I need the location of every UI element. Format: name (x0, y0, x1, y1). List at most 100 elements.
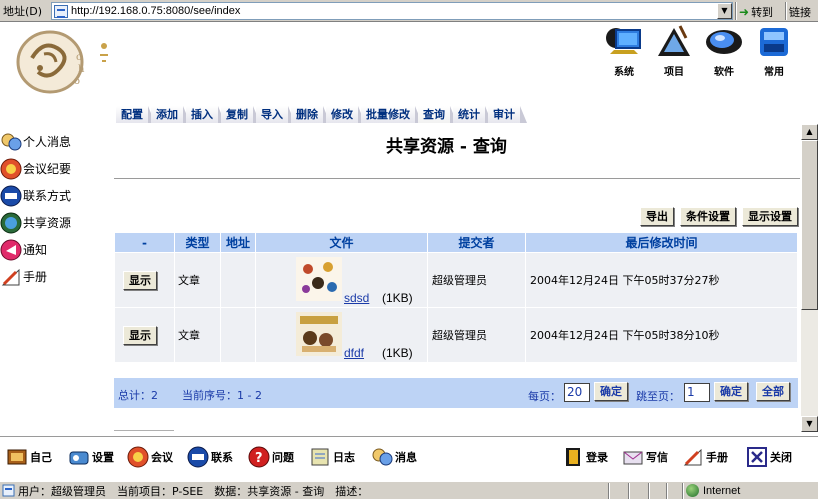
submitter-cell: 超级管理员 (427, 252, 526, 308)
mail-icon (623, 451, 643, 465)
settings-icon (69, 451, 89, 465)
per-page-label: 每页： (528, 390, 561, 403)
per-page-confirm-button[interactable]: 确定 (594, 382, 628, 401)
jump-confirm-button[interactable]: 确定 (714, 382, 748, 401)
tab-add[interactable]: 添加 (151, 106, 190, 123)
links-button[interactable]: 链接 (789, 4, 811, 20)
tab-query[interactable]: 查询 (418, 106, 457, 123)
bottom-item-self[interactable]: 自己 (6, 446, 52, 468)
logo-icon: c h o (16, 30, 108, 94)
go-button[interactable]: ➜ 转到 (739, 3, 773, 20)
file-thumbnail (296, 312, 342, 356)
sidebar-item-personal-message[interactable]: 个人消息 (0, 128, 112, 155)
bottom-item-log[interactable]: 日志 (309, 446, 355, 468)
display-settings-button[interactable]: 显示设置 (742, 207, 798, 226)
action-tabs: 配置 添加 插入 复制 导入 删除 修改 批量修改 查询 统计 审计 (116, 106, 527, 124)
column-header[interactable]: 类型 (174, 232, 221, 253)
system-icon (606, 28, 641, 54)
column-header[interactable]: 地址 (220, 232, 256, 253)
tab-insert[interactable]: 插入 (186, 106, 225, 123)
bottom-item-login[interactable]: 登录 (562, 446, 608, 468)
status-separator (648, 483, 650, 499)
software-icon (706, 30, 742, 54)
manual-icon (683, 448, 702, 466)
tab-batch-modify[interactable]: 批量修改 (361, 106, 422, 123)
total-count: 总计：2 (118, 389, 158, 402)
tab-delete[interactable]: 删除 (291, 106, 330, 123)
file-link[interactable]: sdsd (344, 291, 369, 305)
system-button[interactable]: 系统 (602, 24, 646, 78)
manual-icon (1, 268, 20, 285)
column-header[interactable]: - (114, 232, 175, 253)
question-icon: ? (248, 446, 270, 468)
tab-copy[interactable]: 复制 (221, 106, 260, 123)
modified-time-cell: 2004年12月24日 下午05时37分27秒 (525, 252, 798, 308)
sidebar-item-contact[interactable]: 联系方式 (0, 182, 112, 209)
table-row: 显示 文章 dfdf (1KB) 超级管理员 2004年12月24日 下午05时… (114, 307, 798, 363)
software-button[interactable]: 软件 (702, 24, 746, 78)
status-bar: 用户：超级管理员 当前项目：P-SEE 数据：共享资源 - 查询 描述： Int… (0, 481, 818, 499)
condition-settings-button[interactable]: 条件设置 (680, 207, 736, 226)
column-header[interactable]: 最后修改时间 (525, 232, 798, 253)
project-icon (658, 25, 690, 56)
show-button[interactable]: 显示 (123, 270, 157, 290)
tab-import[interactable]: 导入 (256, 106, 295, 123)
bottom-item-settings[interactable]: 设置 (68, 446, 114, 468)
status-separator (608, 483, 610, 499)
sidebar-item-meeting[interactable]: 会议纪要 (0, 155, 112, 182)
modified-time-cell: 2004年12月24日 下午05时38分10秒 (525, 307, 798, 363)
file-link[interactable]: dfdf (344, 346, 364, 360)
go-arrow-icon: ➜ (739, 4, 750, 19)
sidebar-item-shared-resource[interactable]: 共享资源 (0, 209, 112, 236)
bottom-item-manual[interactable]: 手册 (682, 446, 728, 468)
common-button[interactable]: 常用 (752, 24, 796, 78)
url-input[interactable]: http://192.168.0.75:8080/see/index (51, 2, 733, 20)
show-button[interactable]: 显示 (123, 325, 157, 345)
sidebar: 个人消息 会议纪要 联系方式 共享资源 通知 手册 (0, 128, 112, 290)
tab-modify[interactable]: 修改 (326, 106, 365, 123)
scroll-down-icon[interactable]: ▼ (801, 416, 818, 432)
address-cell (220, 307, 256, 363)
sidebar-item-manual[interactable]: 手册 (0, 263, 112, 290)
bottom-item-message[interactable]: 消息 (371, 446, 417, 468)
scroll-up-icon[interactable]: ▲ (801, 124, 818, 140)
tab-statistics[interactable]: 统计 (453, 106, 492, 123)
login-icon (566, 448, 580, 466)
main-content: 共享资源 - 查询 导出 条件设置 显示设置 - 类型 地址 文件 提交者 最后… (114, 124, 800, 436)
type-cell: 文章 (174, 307, 221, 363)
personal-message-icon (1, 133, 22, 150)
bottom-item-mail[interactable]: 写信 (622, 446, 668, 468)
sidebar-item-notice[interactable]: 通知 (0, 236, 112, 263)
per-page-input[interactable]: 20 (564, 383, 590, 402)
tab-audit[interactable]: 审计 (488, 106, 527, 123)
log-icon (311, 448, 329, 466)
security-zone: Internet (686, 484, 740, 497)
toolbar-separator (785, 2, 787, 20)
column-header[interactable]: 提交者 (427, 232, 526, 253)
status-separator (682, 483, 684, 499)
divider (0, 436, 818, 437)
jump-page-input[interactable]: 1 (684, 383, 710, 402)
svg-text:h: h (78, 64, 85, 75)
table-actions: 导出 条件设置 显示设置 (640, 207, 798, 226)
project-button[interactable]: 项目 (652, 24, 696, 78)
url-text: http://192.168.0.75:8080/see/index (71, 5, 241, 17)
export-button[interactable]: 导出 (640, 207, 674, 226)
notice-icon (0, 239, 22, 260)
scrollbar-thumb[interactable] (801, 140, 818, 310)
file-size: (1KB) (382, 346, 413, 360)
bottom-item-meeting[interactable]: 会议 (127, 446, 173, 468)
go-label: 转到 (751, 5, 774, 19)
common-icon (760, 28, 788, 56)
show-all-button[interactable]: 全部 (756, 382, 790, 401)
column-header[interactable]: 文件 (255, 232, 428, 253)
bottom-item-close[interactable]: 关闭 (746, 446, 792, 468)
bottom-item-question[interactable]: ? 问题 (248, 446, 294, 468)
svg-text:?: ? (255, 451, 263, 466)
tab-config[interactable]: 配置 (116, 106, 155, 123)
chevron-down-icon[interactable]: ▼ (717, 3, 732, 19)
bottom-item-contact[interactable]: 联系 (187, 446, 233, 468)
address-label: 地址(D) (3, 4, 43, 18)
current-range: 当前序号：1 - 2 (182, 389, 262, 402)
vertical-scrollbar[interactable]: ▲ ▼ (801, 124, 818, 432)
